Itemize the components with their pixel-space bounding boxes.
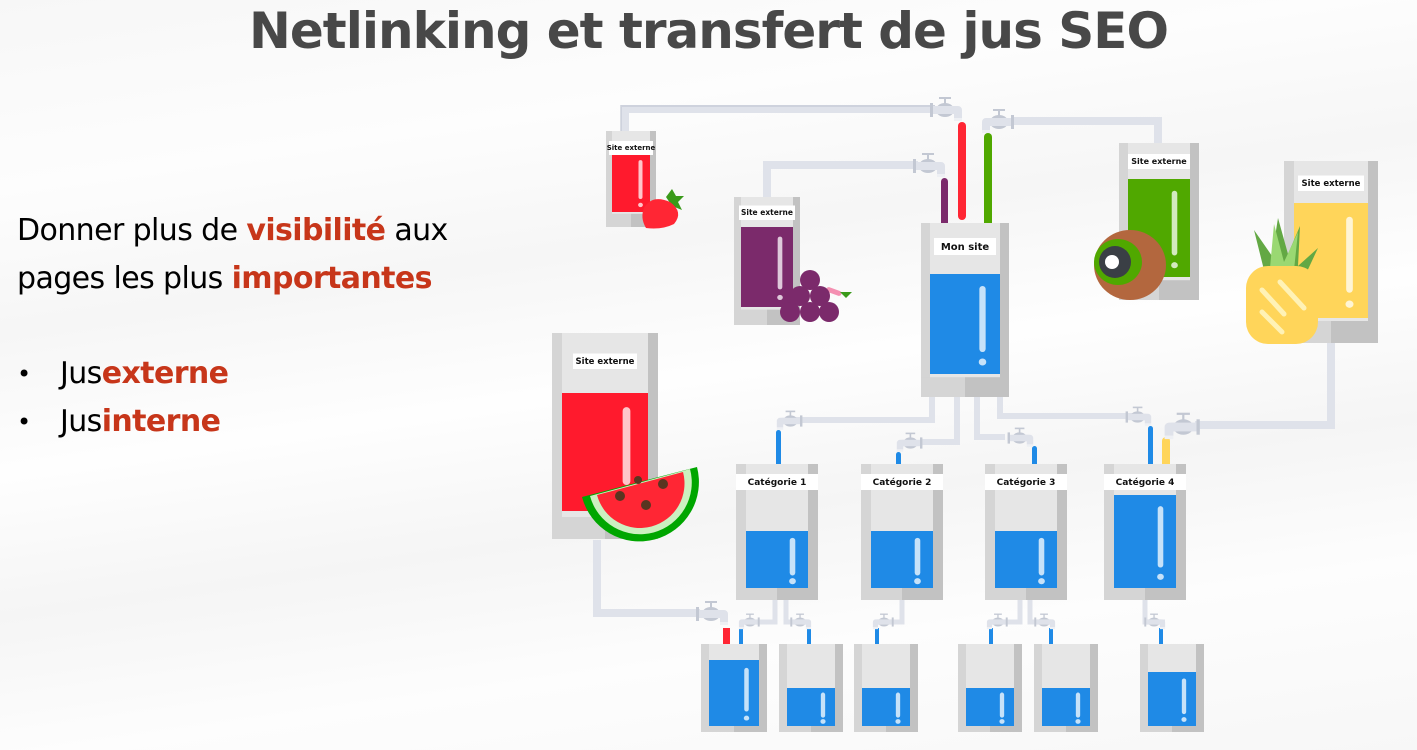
exclamation-icon — [1346, 216, 1353, 293]
tap-icon — [1164, 412, 1200, 440]
tap-icon — [930, 97, 962, 121]
tank-page-6 — [1140, 644, 1204, 732]
juice-level — [966, 688, 1014, 726]
tank-label: Mon site — [941, 242, 990, 253]
tap-icon — [790, 613, 812, 630]
tank-page-1 — [701, 644, 767, 732]
exclamation-icon — [1038, 537, 1045, 576]
tap-icon — [1007, 427, 1034, 447]
exclamation-icon — [744, 667, 749, 712]
kiwi-icon — [1094, 230, 1166, 300]
juice-level — [930, 274, 1000, 374]
tank-page-4 — [958, 644, 1022, 732]
stream-kiwi — [984, 133, 992, 230]
exclamation-icon — [999, 692, 1005, 718]
exclamation-icon — [979, 286, 986, 352]
juice-flow-diagram: Site externe Site externe Site externe Site… — [552, 97, 1378, 732]
tap-icon — [1034, 613, 1056, 630]
tank-label: Site externe — [1131, 157, 1187, 166]
tank-page-3 — [854, 644, 918, 732]
tap-icon — [913, 153, 945, 177]
juice-level — [995, 531, 1057, 588]
juice-level — [741, 227, 793, 307]
tank-categorie-2: Catégorie 2 — [861, 464, 943, 600]
tank-label: Catégorie 1 — [748, 477, 807, 488]
tank-label: Site externe — [1302, 179, 1361, 189]
juice-level — [862, 688, 910, 726]
tap-icon — [696, 601, 728, 625]
juice-level — [871, 531, 933, 588]
tank-label: Site externe — [741, 208, 793, 217]
juice-level — [612, 153, 650, 212]
tank-label: Catégorie 4 — [1116, 477, 1175, 488]
juice-level — [746, 531, 808, 588]
juice-level — [1114, 495, 1176, 588]
exclamation-icon — [820, 692, 826, 718]
tank-label: Catégorie 2 — [873, 477, 932, 488]
tap-icon — [1125, 406, 1152, 426]
juice-level — [1042, 688, 1090, 726]
tap-icon — [776, 410, 803, 430]
tank-label: Site externe — [607, 144, 656, 152]
tap-icon — [986, 613, 1008, 630]
exclamation-icon — [1171, 190, 1178, 256]
tank-page-5 — [1034, 644, 1098, 732]
juice-level — [709, 660, 759, 726]
tank-label: Catégorie 3 — [997, 477, 1056, 488]
tank-categorie-1: Catégorie 1 — [736, 464, 818, 600]
tank-label: Site externe — [576, 357, 635, 367]
exclamation-icon — [914, 537, 921, 576]
tank-categorie-4: Catégorie 4 — [1104, 464, 1186, 600]
tap-icon — [872, 613, 894, 630]
stream-strawberry — [958, 122, 966, 220]
exclamation-icon — [638, 160, 643, 200]
exclamation-icon — [777, 236, 783, 290]
tap-icon — [738, 613, 760, 630]
exclamation-icon — [1181, 678, 1187, 715]
exclamation-icon — [1157, 506, 1164, 568]
tank-page-2 — [779, 644, 843, 732]
exclamation-icon — [1075, 692, 1081, 718]
exclamation-icon — [622, 407, 631, 486]
tank-categorie-3: Catégorie 3 — [985, 464, 1067, 600]
exclamation-icon — [789, 537, 796, 576]
tap-icon — [896, 432, 923, 452]
juice-level — [787, 688, 835, 726]
exclamation-icon — [895, 692, 901, 718]
juice-level — [1148, 672, 1196, 726]
tap-icon — [982, 109, 1014, 133]
tank-mon-site: Mon site — [921, 223, 1009, 397]
